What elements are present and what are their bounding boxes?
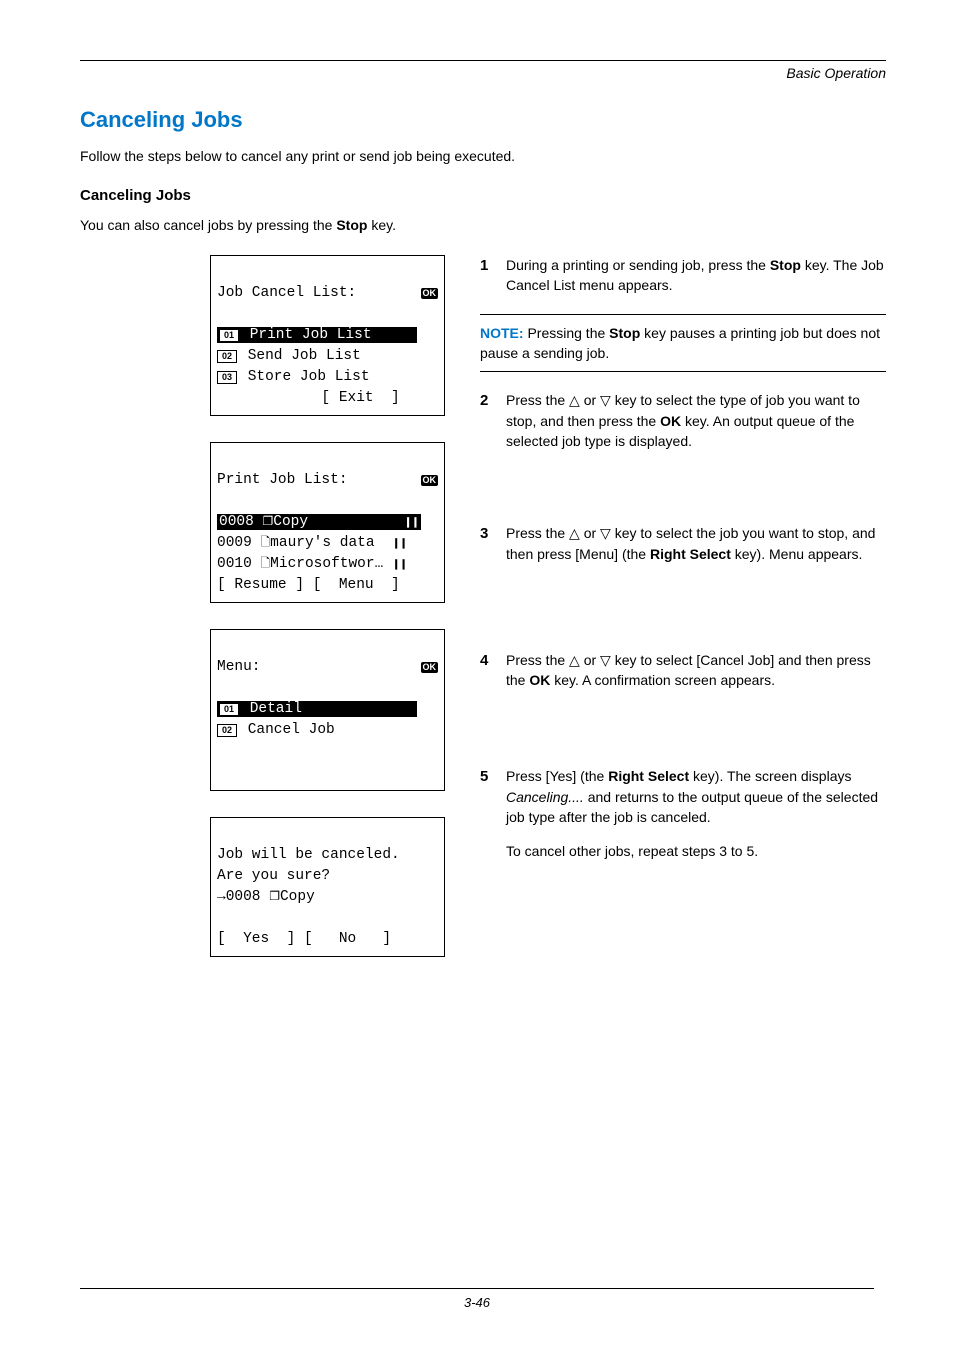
lcd2-row-1: 0008 ❐Copy ❙❙ — [217, 514, 421, 530]
lcd1-item-1-label: Print Job List — [250, 327, 372, 343]
lcd3-title: Menu: — [217, 657, 261, 678]
down-key-icon: ▽ — [600, 525, 611, 541]
step-5: 5 Press [Yes] (the Right Select key). Th… — [480, 766, 886, 861]
spacer — [480, 469, 886, 523]
subheading: Canceling Jobs — [80, 187, 886, 204]
lcd1-item-3-label: Store Job List — [248, 369, 370, 385]
row-1: Job Cancel List: OK 01 Print Job List 02 … — [80, 255, 886, 982]
arrow-right-icon: → — [217, 889, 226, 905]
canceling-text: Canceling.... — [506, 789, 584, 805]
right-select-key-label: Right Select — [650, 546, 731, 562]
badge-01: 01 — [219, 329, 239, 342]
lcd4-line2: Are you sure? — [217, 868, 330, 884]
lcd-job-cancel-list: Job Cancel List: OK 01 Print Job List 02 … — [210, 255, 445, 416]
stack-icon: ❐ — [269, 889, 280, 903]
right-select-key-label: Right Select — [608, 768, 689, 784]
down-key-icon: ▽ — [600, 652, 611, 668]
lcd-print-job-list: Print Job List: OK 0008 ❐Copy ❙❙ 0009 🗋ma… — [210, 442, 445, 603]
doc-icon: 🗋 — [261, 556, 271, 570]
step-5-tail: To cancel other jobs, repeat steps 3 to … — [506, 843, 758, 859]
lcd4-line1: Job will be canceled. — [217, 847, 400, 863]
step-2-text: Press the △ or ▽ key to select the type … — [506, 390, 886, 451]
sub-intro-b: key. — [367, 217, 396, 233]
right-column: 1 During a printing or sending job, pres… — [480, 255, 886, 879]
ok-badge: OK — [421, 662, 439, 673]
lcd-column: Job Cancel List: OK 01 Print Job List 02 … — [210, 255, 450, 982]
lcd2-softkeys: [ Resume ] [ Menu ] — [217, 577, 400, 593]
lcd2-row-3: 0010 🗋Microsoftwor… ❙❙ — [217, 556, 407, 572]
sub-intro-a: You can also cancel jobs by pressing the — [80, 217, 336, 233]
stop-key-label: Stop — [609, 325, 640, 341]
step-4: 4 Press the △ or ▽ key to select [Cancel… — [480, 650, 886, 691]
badge-02: 02 — [217, 350, 237, 363]
nav-ok-icon: OK — [419, 662, 439, 673]
stack-icon: ❐ — [263, 514, 274, 528]
step-4-text: Press the △ or ▽ key to select [Cancel J… — [506, 650, 886, 691]
note-box: NOTE: Pressing the Stop key pauses a pri… — [480, 314, 886, 373]
lcd4-softkeys: [ Yes ] [ No ] — [217, 931, 391, 947]
note-a: Pressing the — [524, 325, 610, 341]
ok-badge: OK — [421, 288, 439, 299]
step-num-5: 5 — [480, 766, 506, 861]
lcd3-item-1: 01 Detail — [217, 701, 417, 717]
ok-key-label: OK — [529, 672, 550, 688]
step-1-text: During a printing or sending job, press … — [506, 255, 886, 296]
badge-01: 01 — [219, 703, 239, 716]
lcd1-title: Job Cancel List: — [217, 283, 356, 304]
note-label: NOTE: — [480, 325, 524, 341]
lcd1-item-1: 01 Print Job List — [217, 327, 417, 343]
badge-03: 03 — [217, 371, 237, 384]
intro-text: Follow the steps below to cancel any pri… — [80, 147, 886, 167]
lcd-menu: Menu: OK 01 Detail 02 Cancel Job — [210, 629, 445, 790]
page: Basic Operation Canceling Jobs Follow th… — [0, 0, 954, 1350]
up-key-icon: △ — [569, 525, 580, 541]
badge-02: 02 — [217, 724, 237, 737]
step-num-3: 3 — [480, 523, 506, 564]
up-key-icon: △ — [569, 392, 580, 408]
stop-key-label: Stop — [336, 217, 367, 233]
footer: 3-46 — [0, 1288, 954, 1310]
doc-icon: 🗋 — [261, 535, 271, 549]
page-title: Canceling Jobs — [80, 107, 886, 133]
pause-icon: ❙❙ — [404, 517, 419, 528]
lcd1-item-2: 02 Send Job List — [217, 348, 361, 364]
ok-badge: OK — [421, 475, 439, 486]
page-number: 3-46 — [0, 1295, 954, 1310]
step-3-text: Press the △ or ▽ key to select the job y… — [506, 523, 886, 564]
lcd1-item-2-label: Send Job List — [248, 348, 361, 364]
lcd3-item-2: 02 Cancel Job — [217, 722, 335, 738]
down-key-icon: ▽ — [600, 392, 611, 408]
ok-key-label: OK — [660, 413, 681, 429]
header-rule — [80, 60, 886, 61]
step-num-2: 2 — [480, 390, 506, 451]
nav-ok-icon: OK — [419, 475, 439, 486]
spacer — [480, 708, 886, 766]
step-5-text: Press [Yes] (the Right Select key). The … — [506, 766, 886, 861]
lcd-confirm: Job will be canceled. Are you sure? →000… — [210, 817, 445, 957]
lcd3-blank — [217, 765, 226, 781]
step-2: 2 Press the △ or ▽ key to select the typ… — [480, 390, 886, 451]
lcd2-row-2: 0009 🗋maury's data ❙❙ — [217, 535, 407, 551]
lcd1-softkey: [ Exit ] — [217, 390, 400, 406]
sub-intro: You can also cancel jobs by pressing the… — [80, 216, 886, 236]
header-section: Basic Operation — [80, 65, 886, 81]
lcd4-line3: →0008 ❐Copy — [217, 889, 315, 905]
step-num-1: 1 — [480, 255, 506, 296]
spacer — [480, 582, 886, 650]
step-3: 3 Press the △ or ▽ key to select the job… — [480, 523, 886, 564]
step-1: 1 During a printing or sending job, pres… — [480, 255, 886, 296]
stop-key-label: Stop — [770, 257, 801, 273]
up-key-icon: △ — [569, 652, 580, 668]
step-num-4: 4 — [480, 650, 506, 691]
nav-ok-icon: OK — [419, 288, 439, 299]
lcd1-item-3: 03 Store Job List — [217, 369, 370, 385]
pause-icon: ❙❙ — [392, 538, 407, 549]
footer-rule — [80, 1288, 874, 1289]
pause-icon: ❙❙ — [392, 559, 407, 570]
lcd2-title: Print Job List: — [217, 470, 348, 491]
